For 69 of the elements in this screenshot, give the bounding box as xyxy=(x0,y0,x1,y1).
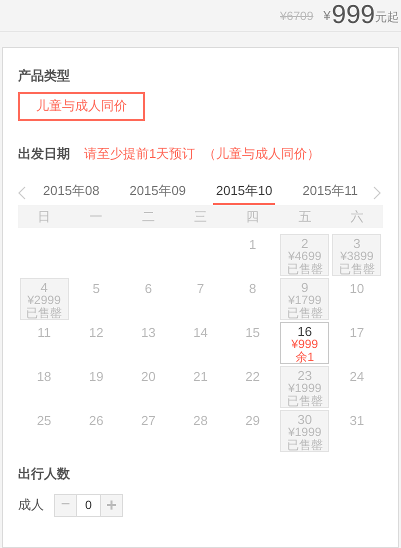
day-price: ¥1999 xyxy=(288,426,322,439)
previous-month-icon[interactable] xyxy=(18,186,28,200)
calendar-day: 1 xyxy=(249,237,256,278)
day-status: 余1 xyxy=(295,351,314,364)
weekday-label: 三 xyxy=(192,208,208,226)
day-status: 已售罄 xyxy=(286,395,323,408)
original-price: ¥6709 xyxy=(280,8,314,25)
calendar-day: 27 xyxy=(141,413,156,454)
day-price: ¥2999 xyxy=(27,294,61,307)
calendar-day: 7 xyxy=(196,281,204,322)
calendar-day: 13 xyxy=(141,325,156,366)
calendar-day: 22 xyxy=(245,369,260,410)
weekday-label: 一 xyxy=(88,208,104,226)
calendar-day: 6 xyxy=(144,281,152,322)
calendar-day: 29 xyxy=(245,413,260,454)
calendar-day-cell[interactable]: 16 ¥999 余1 xyxy=(280,322,330,364)
calendar-day: 15 xyxy=(245,325,260,366)
day-number: 2 xyxy=(301,237,308,250)
weekday-label: 二 xyxy=(140,208,156,226)
price: 999 xyxy=(332,1,375,27)
calendar-day: 14 xyxy=(193,325,208,366)
section-title: 产品类型 xyxy=(18,67,71,85)
calendar-day: 19 xyxy=(88,369,104,410)
calendar-day: 31 xyxy=(350,413,364,454)
weekday-label: 五 xyxy=(297,208,312,226)
day-status: 已售罄 xyxy=(286,263,323,276)
calendar-day: 21 xyxy=(193,369,208,410)
price-note: （儿童与成人同价） xyxy=(203,144,320,162)
booking-notice: 请至少提前1天预订 xyxy=(84,144,196,162)
day-number: 3 xyxy=(353,237,361,250)
section-title: 出发日期 xyxy=(18,144,70,162)
day-number: 16 xyxy=(298,325,312,338)
day-price: ¥999 xyxy=(291,338,318,351)
section-title: 出行人数 xyxy=(18,465,71,483)
day-number: 4 xyxy=(40,281,48,294)
currency-symbol: ¥ xyxy=(323,6,331,24)
calendar-day: 28 xyxy=(193,413,208,454)
day-price: ¥4699 xyxy=(288,250,322,263)
calendar-day: 24 xyxy=(350,369,364,410)
weekday-label: 六 xyxy=(349,208,364,226)
day-status: 已售罄 xyxy=(338,263,375,276)
calendar-day: 18 xyxy=(36,369,52,410)
traveler-label: 成人 xyxy=(18,496,44,514)
weekday-label: 日 xyxy=(36,208,52,226)
price-suffix: 元起 xyxy=(375,9,399,26)
day-number: 23 xyxy=(298,369,312,382)
calendar-day: 10 xyxy=(350,281,364,322)
month-tab[interactable]: 2015年09 xyxy=(126,181,189,205)
day-price: ¥1999 xyxy=(288,382,322,395)
next-month-icon[interactable] xyxy=(373,186,383,200)
calendar-day: 12 xyxy=(88,325,104,366)
calendar-day: 20 xyxy=(141,369,156,410)
day-price: ¥3899 xyxy=(340,250,374,263)
day-number: 30 xyxy=(298,413,312,426)
day-price: ¥1799 xyxy=(288,294,322,307)
day-status: 已售罄 xyxy=(26,307,62,320)
calendar-day: 25 xyxy=(36,413,52,454)
day-status: 已售罄 xyxy=(286,307,323,320)
day-status: 已售罄 xyxy=(286,439,323,452)
product-type-option[interactable]: 儿童与成人同价 xyxy=(18,92,145,120)
month-tab[interactable]: 2015年08 xyxy=(40,181,102,205)
calendar-day: 11 xyxy=(37,325,51,366)
month-tab[interactable]: 2015年11 xyxy=(300,181,361,205)
calendar-day: 17 xyxy=(350,325,364,366)
calendar-day: 8 xyxy=(249,281,256,322)
calendar-day: 26 xyxy=(88,413,104,454)
weekday-label: 四 xyxy=(245,208,260,226)
calendar-day: 5 xyxy=(92,281,100,322)
day-number: 9 xyxy=(301,281,308,294)
